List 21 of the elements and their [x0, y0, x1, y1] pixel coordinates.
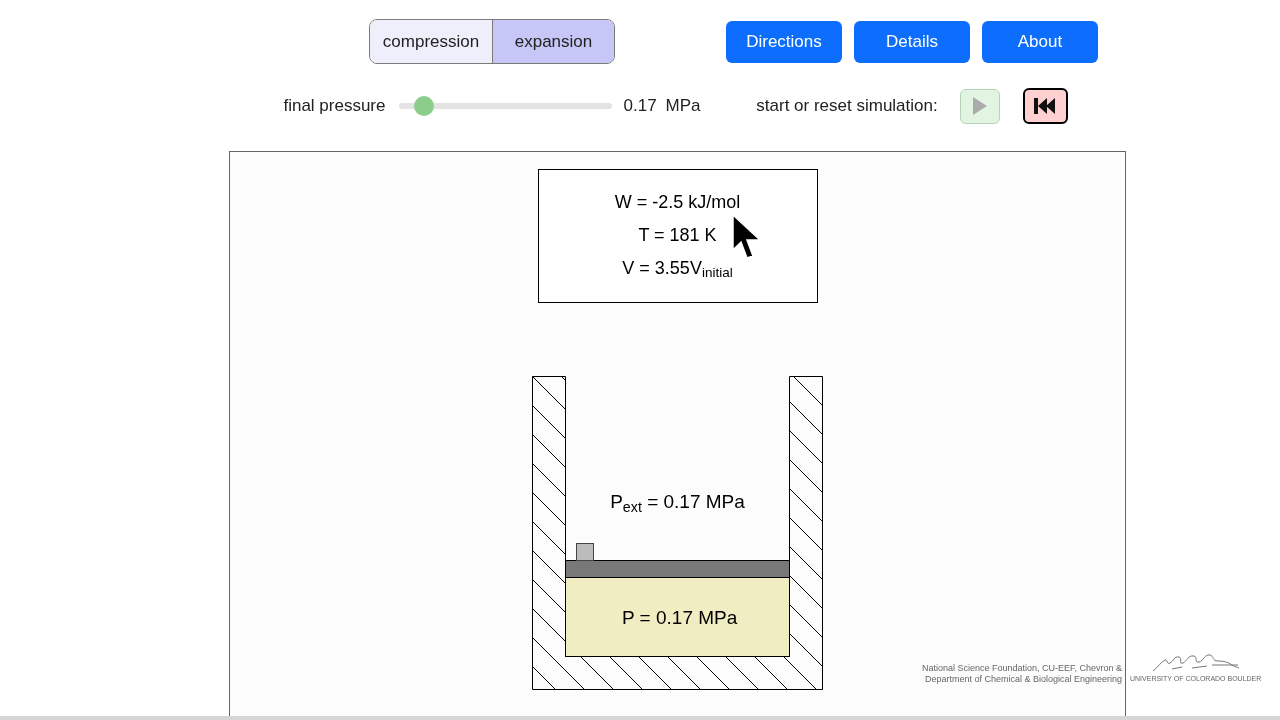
- weight-block: [576, 543, 594, 561]
- skip-back-icon: [1034, 98, 1057, 114]
- gas-pressure-label: P = 0.17 MPa: [622, 606, 738, 630]
- simulation-label: start or reset simulation:: [756, 95, 938, 118]
- readout-text: V = 3.55V$_{initial}$: [622, 257, 733, 283]
- slider-value: 0.17: [623, 95, 657, 118]
- readout-text: T = 181 K: [638, 224, 717, 247]
- slider-thumb[interactable]: [413, 96, 434, 116]
- credits-text: Department of Chemical & Biological Engineering: [924, 674, 1122, 685]
- unit-label: MPa: [665, 95, 701, 118]
- reset-button[interactable]: [1022, 88, 1068, 124]
- play-icon: [972, 97, 987, 115]
- header-button[interactable]: Directions: [726, 20, 842, 63]
- external-pressure-label: P$_{ext}$ = 0.17 MPa: [610, 490, 745, 517]
- header-button[interactable]: About: [982, 20, 1098, 63]
- header-button[interactable]: Details: [854, 20, 970, 63]
- credits-text: National Science Foundation, CU-EEF, Chevron &: [921, 663, 1122, 674]
- slider-label: final pressure: [283, 95, 386, 118]
- readout-text: W = -2.5 kJ/mol: [614, 191, 741, 214]
- mode-tab[interactable]: compression: [370, 20, 492, 63]
- mode-tab[interactable]: expansion: [492, 20, 614, 63]
